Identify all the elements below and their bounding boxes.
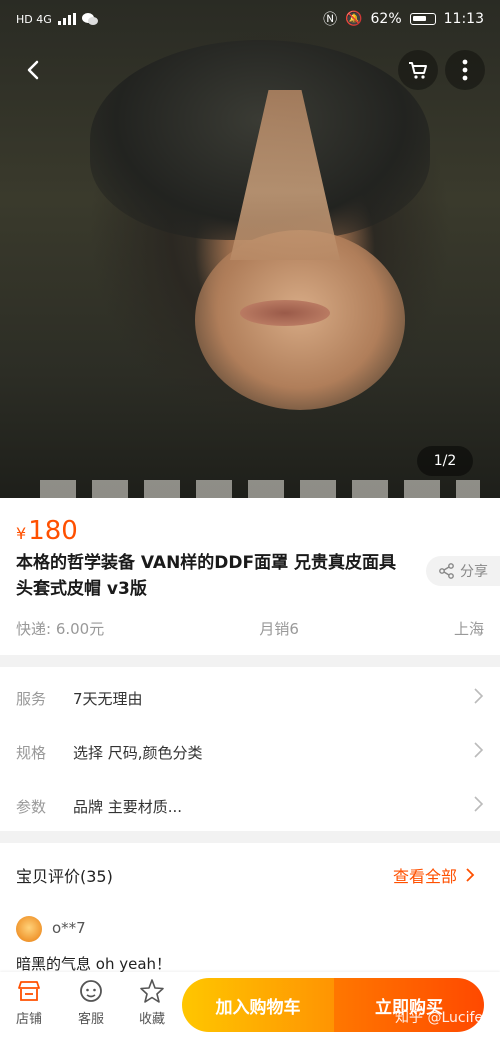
ship-location: 上海 xyxy=(453,620,484,638)
cart-button[interactable] xyxy=(398,50,438,90)
review-username: o**7 xyxy=(52,919,86,937)
more-button[interactable] xyxy=(445,50,485,90)
option-label: 参数 xyxy=(16,797,47,816)
share-icon xyxy=(439,563,454,579)
option-label: 规格 xyxy=(16,743,47,762)
star-icon xyxy=(140,979,164,1003)
reviews-section: 宝贝评价(35) 查看全部 o**7 暗黑的气息 oh yeah！ xyxy=(0,843,500,973)
option-value: 选择 尺码,颜色分类 xyxy=(73,743,203,762)
option-label: 服务 xyxy=(16,689,47,708)
chevron-right-icon xyxy=(466,868,475,882)
store-label: 店铺 xyxy=(15,1012,42,1027)
review-text: 暗黑的气息 oh yeah！ xyxy=(16,955,172,973)
price-value: 180 xyxy=(28,516,78,546)
favorite-button[interactable]: 收藏 xyxy=(127,978,177,1027)
avatar xyxy=(16,916,42,942)
share-button[interactable]: 分享 xyxy=(426,556,500,586)
shipping-fee: 快递: 6.00元 xyxy=(16,620,105,638)
signal-icon xyxy=(57,13,76,25)
back-button[interactable] xyxy=(14,50,54,90)
watermark: 知乎 @Lucifer xyxy=(395,1010,489,1026)
currency-symbol: ¥ xyxy=(16,524,27,543)
more-vertical-icon xyxy=(462,59,468,81)
status-right: Ⓝ 🔕 62% 11:13 xyxy=(323,9,484,29)
status-bar: HD 4G Ⓝ 🔕 62% 11:13 xyxy=(0,0,500,38)
service-button[interactable]: 客服 xyxy=(66,978,116,1027)
service-label: 客服 xyxy=(77,1012,104,1027)
signal-label: HD 4G xyxy=(16,12,52,26)
wechat-icon xyxy=(81,13,98,25)
add-to-cart-button[interactable]: 加入购物车 xyxy=(182,978,334,1032)
chevron-right-icon xyxy=(472,795,484,817)
image-page-indicator: 1/2 xyxy=(417,446,473,476)
nfc-icon: Ⓝ xyxy=(323,12,338,28)
chevron-right-icon xyxy=(472,687,484,709)
option-value: 品牌 主要材质... xyxy=(73,797,183,816)
status-left: HD 4G xyxy=(16,12,98,26)
clock: 11:13 xyxy=(443,11,484,27)
option-value: 7天无理由 xyxy=(73,689,143,708)
store-icon xyxy=(18,981,40,1001)
chat-icon xyxy=(80,980,102,1002)
image-mouth xyxy=(240,300,330,326)
chevron-left-icon xyxy=(27,60,39,80)
favorite-label: 收藏 xyxy=(138,1012,165,1027)
product-title: 本格的哲学装备 VAN样的DDF面罩 兄贵真皮面具 头套式皮帽 v3版 xyxy=(16,553,397,599)
product-info: ¥ 180 本格的哲学装备 VAN样的DDF面罩 兄贵真皮面具 头套式皮帽 v3… xyxy=(0,498,500,655)
options-panel: 服务 7天无理由 规格 选择 尺码,颜色分类 参数 品牌 主要材质... xyxy=(0,667,500,831)
option-row-params[interactable]: 参数 品牌 主要材质... xyxy=(0,779,500,833)
price: ¥ 180 xyxy=(16,516,78,546)
reviews-heading: 宝贝评价(35) xyxy=(16,867,113,886)
share-label: 分享 xyxy=(460,564,488,580)
view-all-reviews-link[interactable]: 查看全部 xyxy=(393,863,475,887)
cart-icon xyxy=(409,62,427,79)
bottom-action-bar: 店铺 客服 收藏 加入购物车 立即购买 xyxy=(0,972,500,1038)
option-row-spec[interactable]: 规格 选择 尺码,颜色分类 xyxy=(0,725,500,779)
battery-icon xyxy=(409,13,436,25)
option-row-service[interactable]: 服务 7天无理由 xyxy=(0,671,500,725)
product-meta: 快递: 6.00元 月销6 上海 xyxy=(16,618,484,639)
chevron-right-icon xyxy=(472,741,484,763)
store-button[interactable]: 店铺 xyxy=(4,978,54,1027)
mute-icon: 🔕 xyxy=(345,11,363,27)
battery-percent: 62% xyxy=(370,11,402,27)
view-all-label: 查看全部 xyxy=(393,867,458,886)
image-subtitle xyxy=(40,480,480,498)
monthly-sales: 月销6 xyxy=(259,620,299,638)
